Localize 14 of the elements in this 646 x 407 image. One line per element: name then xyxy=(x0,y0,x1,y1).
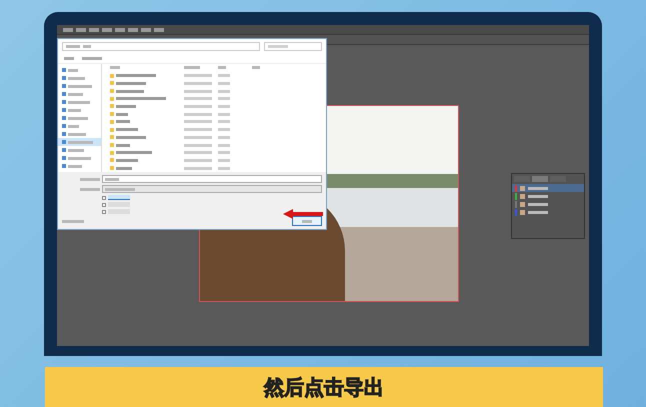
filename-field[interactable] xyxy=(102,175,322,183)
option-label[interactable] xyxy=(108,195,130,200)
search-field[interactable] xyxy=(264,42,322,51)
checkbox[interactable] xyxy=(102,210,106,214)
layer-row[interactable] xyxy=(512,184,584,192)
sidebar-item[interactable] xyxy=(58,138,101,146)
checkbox[interactable] xyxy=(102,196,106,200)
arrow-icon xyxy=(283,209,323,219)
save-type-dropdown[interactable] xyxy=(102,185,322,193)
hide-folders-link[interactable] xyxy=(62,220,84,222)
address-bar[interactable] xyxy=(62,42,260,51)
caption-text: 然后点击导出 xyxy=(264,374,384,400)
save-button[interactable] xyxy=(292,216,322,226)
checkbox[interactable] xyxy=(102,202,106,206)
